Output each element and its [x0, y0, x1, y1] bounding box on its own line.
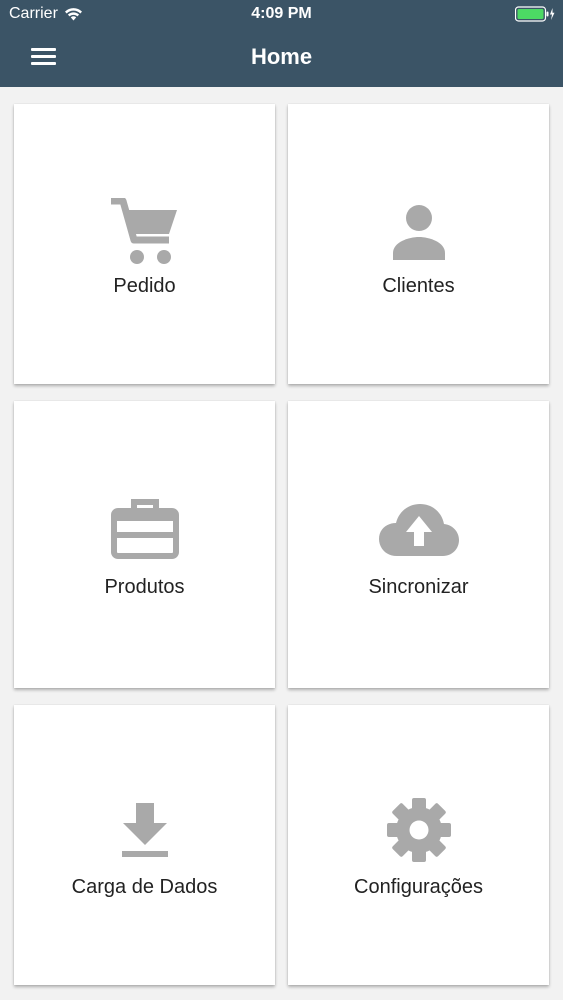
tile-produtos[interactable]: Produtos — [14, 401, 275, 688]
shopping-cart-icon — [14, 198, 275, 266]
briefcase-icon — [14, 497, 275, 561]
page-title: Home — [250, 44, 313, 69]
tile-pedido[interactable]: Pedido — [14, 104, 275, 384]
cloud-upload-icon — [288, 502, 549, 558]
person-icon — [288, 204, 549, 260]
tile-label: Produtos — [104, 576, 185, 598]
battery-charging-icon — [515, 6, 555, 22]
home-grid: Pedido Clientes Produtos Sincronizar Car… — [0, 87, 563, 1000]
download-icon — [14, 801, 275, 859]
header: Carrier 4:09 PM Home — [0, 0, 563, 87]
tile-clientes[interactable]: Clientes — [288, 104, 549, 384]
tile-label: Configurações — [354, 876, 483, 898]
tile-label: Pedido — [113, 275, 176, 297]
status-bar: Carrier 4:09 PM — [0, 0, 563, 30]
tile-configuracoes[interactable]: Configurações — [288, 705, 549, 985]
tile-label: Clientes — [382, 275, 455, 297]
tile-carga-de-dados[interactable]: Carga de Dados — [14, 705, 275, 985]
gear-icon — [288, 797, 549, 863]
tile-label: Carga de Dados — [71, 876, 218, 898]
status-time: 4:09 PM — [251, 5, 312, 22]
tile-sincronizar[interactable]: Sincronizar — [288, 401, 549, 688]
tile-label: Sincronizar — [368, 576, 469, 598]
